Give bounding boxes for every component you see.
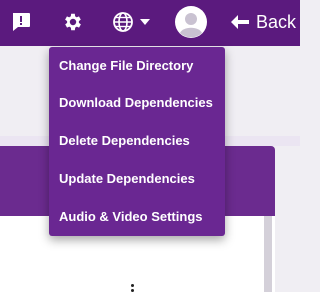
back-button[interactable]: Back bbox=[230, 9, 300, 35]
avatar-icon bbox=[175, 6, 207, 38]
top-toolbar: Back bbox=[0, 0, 300, 46]
language-selector[interactable] bbox=[109, 9, 155, 35]
menu-item-change-file-directory[interactable]: Change File Directory bbox=[49, 47, 225, 84]
arrow-left-icon bbox=[231, 15, 249, 29]
more-vertical-icon[interactable] bbox=[131, 284, 135, 292]
caret-down-icon bbox=[140, 19, 150, 25]
settings-dropdown-menu: Change File Directory Download Dependenc… bbox=[49, 47, 225, 236]
background-scrollbar[interactable] bbox=[264, 216, 272, 292]
globe-icon bbox=[113, 12, 133, 32]
feedback-icon[interactable] bbox=[8, 9, 34, 35]
avatar[interactable] bbox=[175, 6, 207, 38]
back-label: Back bbox=[256, 11, 297, 32]
menu-item-update-dependencies[interactable]: Update Dependencies bbox=[49, 160, 225, 197]
gear-icon[interactable] bbox=[59, 9, 87, 35]
menu-item-audio-video-settings[interactable]: Audio & Video Settings bbox=[49, 198, 225, 235]
menu-item-delete-dependencies[interactable]: Delete Dependencies bbox=[49, 122, 225, 159]
menu-item-download-dependencies[interactable]: Download Dependencies bbox=[49, 84, 225, 121]
